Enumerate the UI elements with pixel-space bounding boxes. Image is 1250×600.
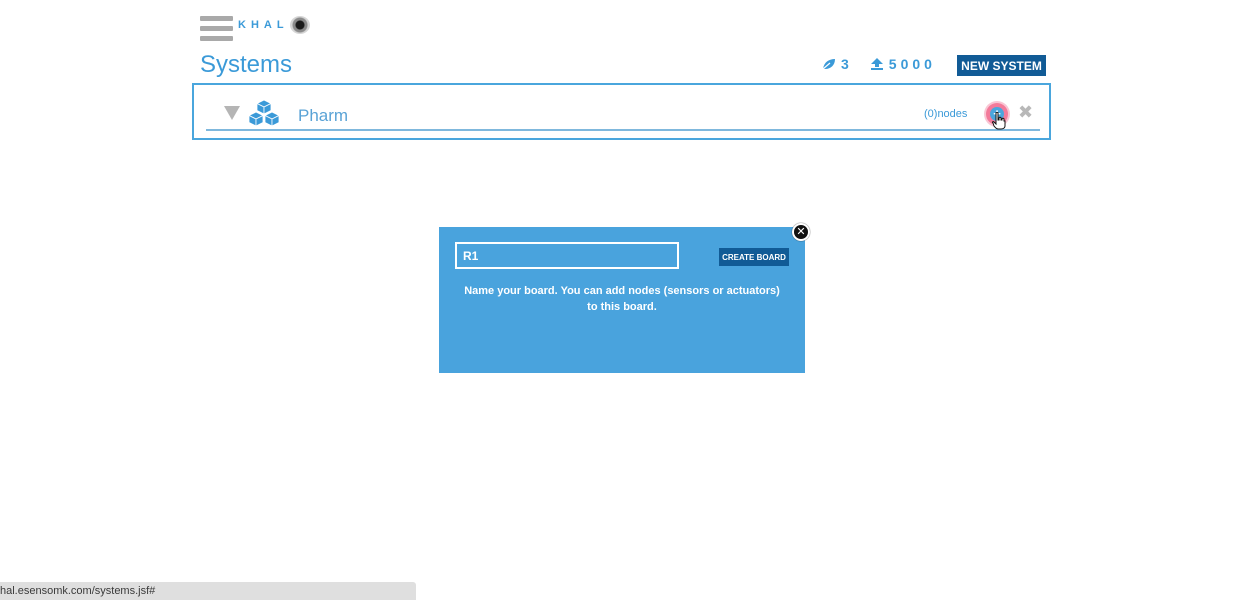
- nodes-count[interactable]: (0)nodes: [924, 108, 967, 120]
- create-board-modal: CREATE BOARD Name your board. You can ad…: [439, 223, 810, 373]
- new-system-button[interactable]: NEW SYSTEM: [957, 55, 1046, 76]
- expand-caret-icon[interactable]: [224, 106, 240, 120]
- hamburger-menu-icon[interactable]: [200, 16, 233, 44]
- add-board-button[interactable]: +: [986, 103, 1008, 125]
- board-name-input[interactable]: [455, 242, 679, 269]
- logo-text: KHAL: [238, 19, 289, 31]
- system-name[interactable]: Pharm: [298, 106, 348, 126]
- logo-eye-icon: [289, 16, 310, 34]
- upload-icon: [870, 58, 883, 70]
- page: KHAL Systems 3 5000 NEW SYSTEM Pharm (0)…: [0, 0, 1250, 600]
- systems-count: 3: [841, 56, 850, 72]
- leaf-icon: [822, 59, 835, 70]
- page-title: Systems: [200, 51, 293, 78]
- credits-stat: 5000: [870, 56, 936, 72]
- stats-bar: 3 5000: [822, 56, 936, 72]
- cubes-icon: [248, 99, 280, 127]
- credits-count: 5000: [888, 56, 936, 72]
- create-board-button[interactable]: CREATE BOARD: [719, 248, 789, 266]
- system-row[interactable]: Pharm (0)nodes + ✖: [206, 93, 1040, 131]
- plus-icon: +: [990, 107, 1004, 121]
- delete-system-button[interactable]: ✖: [1018, 102, 1033, 122]
- modal-close-button[interactable]: ✕: [792, 223, 810, 241]
- modal-hint: Name your board. You can add nodes (sens…: [464, 285, 780, 313]
- system-card: Pharm (0)nodes + ✖: [192, 83, 1051, 140]
- status-url: hal.esensomk.com/systems.jsf#: [0, 585, 156, 597]
- browser-status-bar: hal.esensomk.com/systems.jsf#: [0, 582, 416, 600]
- systems-stat: 3: [822, 56, 850, 72]
- logo[interactable]: KHAL: [238, 16, 310, 34]
